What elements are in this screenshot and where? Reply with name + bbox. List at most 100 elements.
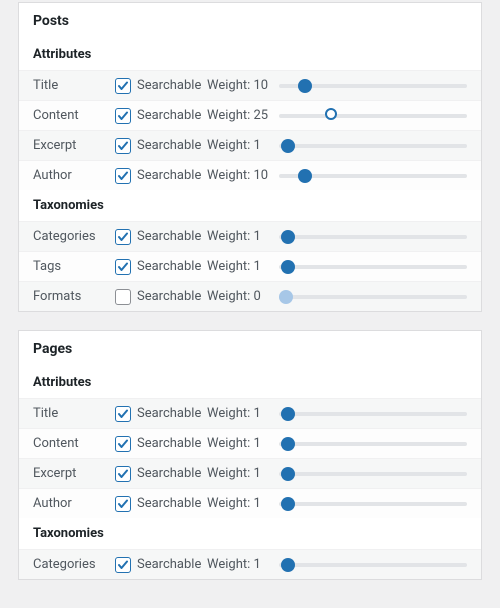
weight-slider[interactable] [279, 166, 467, 186]
field-row-title: TitleSearchableWeight: 10 [19, 70, 481, 100]
weight-label: Weight: 1 [207, 229, 279, 244]
weight-slider-cell [279, 404, 467, 424]
searchable-cell: Searchable [115, 289, 207, 305]
slider-track [279, 295, 467, 299]
searchable-label: Searchable [137, 557, 201, 572]
weight-slider-cell [279, 227, 467, 247]
field-label: Categories [33, 229, 115, 244]
searchable-cell: Searchable [115, 466, 207, 482]
slider-thumb[interactable] [281, 139, 295, 153]
weight-label: Weight: 1 [207, 406, 279, 421]
searchable-cell: Searchable [115, 229, 207, 245]
section-heading-attributes: Attributes [19, 39, 481, 70]
slider-thumb[interactable] [281, 260, 295, 274]
searchable-cell: Searchable [115, 496, 207, 512]
field-label: Title [33, 406, 115, 421]
searchable-label: Searchable [137, 168, 201, 183]
weight-slider-cell [279, 136, 467, 156]
weight-slider-cell [279, 555, 467, 575]
weight-slider-cell [279, 434, 467, 454]
weight-slider[interactable] [279, 287, 467, 307]
weight-slider-cell [279, 166, 467, 186]
searchable-checkbox[interactable] [115, 289, 131, 305]
weight-slider[interactable] [279, 227, 467, 247]
weight-slider-cell [279, 287, 467, 307]
slider-thumb[interactable] [298, 79, 312, 93]
slider-thumb[interactable] [281, 558, 295, 572]
slider-track [279, 563, 467, 567]
field-label: Title [33, 78, 115, 93]
field-row-author: AuthorSearchableWeight: 10 [19, 160, 481, 190]
weight-label: Weight: 1 [207, 557, 279, 572]
field-row-content: ContentSearchableWeight: 1 [19, 428, 481, 458]
searchable-checkbox[interactable] [115, 496, 131, 512]
slider-thumb[interactable] [281, 230, 295, 244]
searchable-checkbox[interactable] [115, 406, 131, 422]
weight-slider[interactable] [279, 494, 467, 514]
section-heading-taxonomies: Taxonomies [19, 190, 481, 221]
searchable-checkbox[interactable] [115, 138, 131, 154]
searchable-label: Searchable [137, 406, 201, 421]
weight-slider[interactable] [279, 555, 467, 575]
weight-label: Weight: 25 [207, 108, 279, 123]
weight-slider-cell [279, 464, 467, 484]
searchable-cell: Searchable [115, 138, 207, 154]
panel-posts: PostsAttributesTitleSearchableWeight: 10… [18, 2, 482, 312]
searchable-checkbox[interactable] [115, 108, 131, 124]
weight-slider[interactable] [279, 257, 467, 277]
slider-thumb[interactable] [298, 169, 312, 183]
field-label: Content [33, 108, 115, 123]
panel-pages: PagesAttributesTitleSearchableWeight: 1C… [18, 330, 482, 580]
searchable-checkbox[interactable] [115, 229, 131, 245]
weight-slider[interactable] [279, 106, 467, 126]
panel-title: Posts [19, 3, 481, 39]
weight-label: Weight: 1 [207, 259, 279, 274]
searchable-checkbox[interactable] [115, 466, 131, 482]
weight-slider[interactable] [279, 76, 467, 96]
field-label: Categories [33, 557, 115, 572]
searchable-label: Searchable [137, 138, 201, 153]
slider-track [279, 442, 467, 446]
slider-track [279, 265, 467, 269]
weight-slider[interactable] [279, 464, 467, 484]
weight-label: Weight: 1 [207, 496, 279, 511]
searchable-label: Searchable [137, 466, 201, 481]
slider-thumb[interactable] [281, 467, 295, 481]
searchable-checkbox[interactable] [115, 436, 131, 452]
slider-track [279, 144, 467, 148]
weight-slider-cell [279, 106, 467, 126]
field-row-formats: FormatsSearchableWeight: 0 [19, 281, 481, 311]
field-row-tags: Tags Searchable Weight: 1 [19, 251, 481, 281]
field-label: Author [33, 496, 115, 511]
weight-label: Weight: 1 [207, 436, 279, 451]
slider-thumb[interactable] [281, 407, 295, 421]
searchable-checkbox[interactable] [115, 78, 131, 94]
searchable-checkbox[interactable] [115, 168, 131, 184]
panel-title: Pages [19, 331, 481, 367]
searchable-checkbox[interactable] [115, 259, 131, 275]
searchable-checkbox[interactable] [115, 557, 131, 573]
weight-slider[interactable] [279, 136, 467, 156]
searchable-label: Searchable [137, 289, 201, 304]
weight-label: Weight: 1 [207, 466, 279, 481]
field-row-author: AuthorSearchableWeight: 1 [19, 488, 481, 518]
searchable-cell: Searchable [115, 557, 207, 573]
weight-slider[interactable] [279, 434, 467, 454]
field-row-excerpt: ExcerptSearchableWeight: 1 [19, 458, 481, 488]
searchable-label: Searchable [137, 229, 201, 244]
searchable-cell: Searchable [115, 108, 207, 124]
searchable-cell: Searchable [115, 168, 207, 184]
weight-slider[interactable] [279, 404, 467, 424]
slider-thumb[interactable] [325, 108, 337, 120]
slider-track [279, 235, 467, 239]
searchable-cell: Searchable [115, 406, 207, 422]
weight-label: Weight: 10 [207, 78, 279, 93]
section-heading-attributes: Attributes [19, 367, 481, 398]
slider-thumb[interactable] [279, 290, 293, 304]
searchable-label: Searchable [137, 259, 201, 274]
slider-thumb[interactable] [281, 437, 295, 451]
weight-label: Weight: 0 [207, 289, 279, 304]
slider-thumb[interactable] [281, 497, 295, 511]
field-label: Tags [33, 259, 115, 274]
field-row-excerpt: ExcerptSearchableWeight: 1 [19, 130, 481, 160]
